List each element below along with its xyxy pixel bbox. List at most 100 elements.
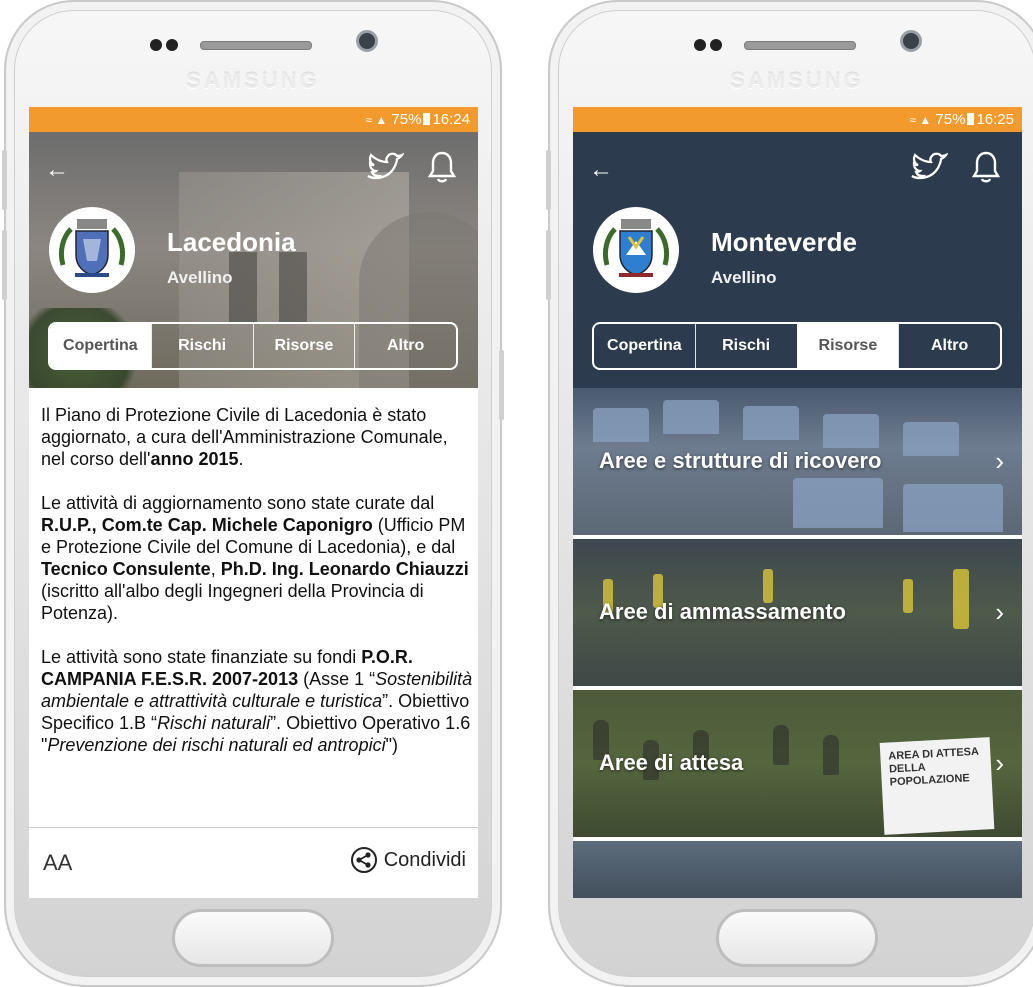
tab-copertina[interactable]: Copertina [50, 324, 151, 368]
resource-card[interactable] [573, 841, 1022, 898]
card-label: Aree e strutture di ricovero [599, 448, 882, 473]
screen: ≈ ▲ 75% 16:24 ← Lacedonia Avellino Coper… [29, 107, 478, 898]
city-name: Monteverde [711, 227, 857, 257]
card-photo [793, 478, 883, 528]
cover-text: Il Piano di Protezione Civile di Lacedon… [41, 404, 473, 778]
signal-icon: ≈ ▲ [909, 113, 932, 127]
resource-card[interactable]: Aree e strutture di ricovero › [573, 388, 1022, 535]
text-bold: R.U.P., Com.te Cap. Michele Caponigro [41, 515, 373, 535]
text-bold: anno 2015 [150, 449, 239, 469]
phone-left: SAMSUNG ≈ ▲ 75% 16:24 ← Lacedonia Avelli… [2, 0, 504, 987]
tab-altro[interactable]: Altro [898, 324, 1000, 368]
text-run: , [210, 559, 221, 579]
battery-percent: 75% [391, 111, 422, 128]
card-label: Aree di ammassamento [599, 599, 846, 624]
resource-card[interactable]: AREA DI ATTESA DELLA POPOLAZIONE Aree di… [573, 690, 1022, 837]
tab-altro[interactable]: Altro [354, 324, 456, 368]
tab-rischi[interactable]: Rischi [150, 324, 253, 368]
text-run: (iscritto all'albo degli Ingegneri della… [41, 581, 424, 623]
city-name: Lacedonia [167, 227, 296, 257]
home-button[interactable] [716, 909, 878, 967]
volume-button [2, 230, 7, 300]
twitter-icon[interactable] [908, 152, 949, 189]
share-label: Condividi [383, 848, 466, 871]
volume-button [546, 150, 551, 210]
tab-bar: Copertina Rischi Risorse Altro [48, 322, 458, 370]
paragraph: Le attività di aggiornamento sono state … [41, 492, 473, 624]
volume-button [546, 230, 551, 300]
battery-icon [423, 113, 431, 125]
tab-risorse[interactable]: Risorse [796, 324, 899, 368]
share-button[interactable]: Condividi [350, 846, 466, 874]
resource-list: Aree e strutture di ricovero › Aree di a… [573, 388, 1022, 898]
card-photo [823, 735, 839, 775]
text-italic: Rischi naturali [157, 713, 271, 733]
chevron-right-icon: › [995, 446, 1004, 476]
sensor-dots [694, 38, 726, 56]
earpiece-speaker [200, 41, 312, 50]
text-run: (Asse 1 “ [298, 669, 376, 689]
card-photo [773, 725, 789, 765]
signal-icon: ≈ ▲ [365, 113, 388, 127]
twitter-icon[interactable] [364, 152, 405, 189]
text-run: Il Piano di Protezione Civile di Lacedon… [41, 405, 448, 469]
text-bold: Ph.D. Ing. Leonardo Chiauzzi [220, 559, 469, 579]
status-bar: ≈ ▲ 75% 16:24 [29, 107, 478, 132]
bell-icon[interactable] [971, 150, 1001, 189]
home-button[interactable] [172, 909, 334, 967]
text-italic: Prevenzione dei rischi naturali ed antro… [47, 735, 386, 755]
back-arrow-icon[interactable]: ← [589, 156, 613, 184]
power-button [499, 350, 504, 420]
battery-icon [967, 113, 975, 125]
text-run: ") [385, 735, 398, 755]
bottom-bar: AA Condividi [29, 827, 478, 898]
province-name: Avellino [711, 268, 777, 287]
tab-copertina[interactable]: Copertina [594, 324, 695, 368]
brand-logo: SAMSUNG [186, 68, 320, 93]
bell-icon[interactable] [427, 150, 457, 189]
card-photo [903, 579, 913, 613]
tab-risorse[interactable]: Risorse [252, 324, 355, 368]
back-arrow-icon[interactable]: ← [45, 156, 69, 184]
city-crest [49, 207, 135, 293]
text-bold: Tecnico Consulente [41, 559, 211, 579]
paragraph: Il Piano di Protezione Civile di Lacedon… [41, 404, 473, 470]
chevron-right-icon: › [995, 748, 1004, 778]
paragraph: Le attività sono state finanziate su fon… [41, 646, 473, 756]
status-time: 16:25 [976, 111, 1014, 128]
card-photo [663, 400, 719, 434]
chevron-right-icon: › [995, 597, 1004, 627]
phone-right: SAMSUNG ≈ ▲ 75% 16:25 ← Monteverde Avell… [546, 0, 1033, 987]
battery-percent: 75% [935, 111, 966, 128]
card-photo [743, 406, 799, 440]
header-photo [279, 252, 307, 322]
sensor-dots [150, 38, 182, 56]
text-run: . [238, 449, 244, 469]
earpiece-speaker [744, 41, 856, 50]
card-sign: AREA DI ATTESA DELLA POPOLAZIONE [879, 737, 995, 835]
front-camera [900, 30, 922, 52]
card-photo [823, 414, 879, 448]
tab-bar: Copertina Rischi Risorse Altro [592, 322, 1002, 370]
city-crest [593, 207, 679, 293]
font-size-button[interactable]: AA [43, 850, 72, 876]
card-photo [953, 569, 969, 629]
card-photo [593, 408, 649, 442]
resource-card[interactable]: Aree di ammassamento › [573, 539, 1022, 686]
status-time: 16:24 [432, 111, 470, 128]
screen: ≈ ▲ 75% 16:25 ← Monteverde Avellino Cope… [573, 107, 1022, 898]
font-size-label: AA [43, 850, 73, 875]
province-name: Avellino [167, 268, 233, 287]
tab-rischi[interactable]: Rischi [694, 324, 797, 368]
card-photo [903, 422, 959, 456]
front-camera [356, 30, 378, 52]
share-icon [350, 847, 377, 873]
text-run: Le attività di aggiornamento sono state … [41, 493, 435, 513]
text-run: Le attività sono state finanziate su fon… [41, 647, 362, 667]
card-photo [763, 569, 773, 603]
city-header: ← Monteverde Avellino Copertina Rischi R… [573, 132, 1022, 388]
status-bar: ≈ ▲ 75% 16:25 [573, 107, 1022, 132]
card-photo [903, 484, 1003, 532]
card-label: Aree di attesa [599, 750, 744, 775]
volume-button [2, 150, 7, 210]
